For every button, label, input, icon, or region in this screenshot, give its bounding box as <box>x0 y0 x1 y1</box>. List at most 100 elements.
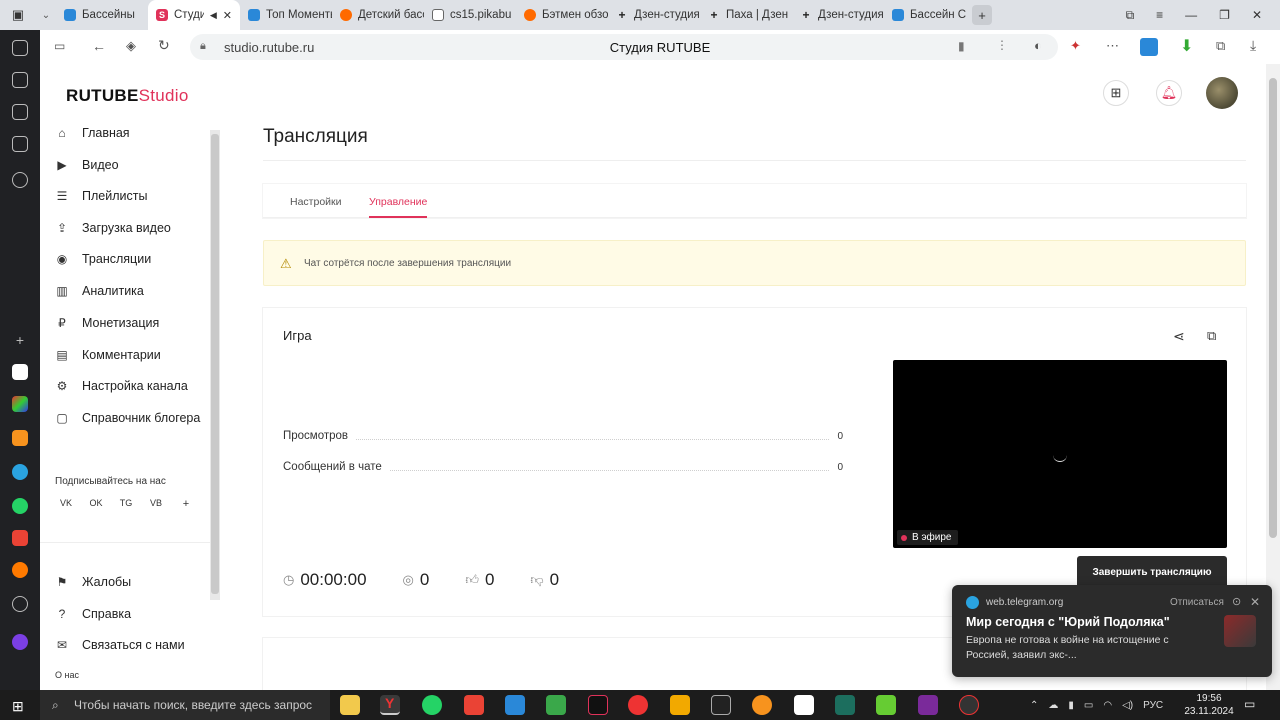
file-explorer-icon[interactable] <box>340 695 360 715</box>
windows-start-icon[interactable]: ⊞ <box>12 698 24 715</box>
side-app-icon[interactable] <box>12 364 28 380</box>
rutube-icon[interactable] <box>588 695 608 715</box>
more-icon[interactable]: ⋮ <box>996 38 1008 52</box>
taskbar-search-input[interactable]: ⌕ Чтобы начать поиск, введите здесь запр… <box>40 690 330 720</box>
side-app-icon[interactable] <box>12 396 28 412</box>
menu-icon[interactable]: ≡ <box>1156 8 1163 22</box>
sidebar-item-broadcasts[interactable]: ◉ Трансляции <box>54 251 151 267</box>
extension-icon[interactable]: ⧉ <box>1216 38 1225 54</box>
vk-icon[interactable] <box>505 695 525 715</box>
whatsapp-icon[interactable] <box>422 695 442 715</box>
tab-close-icon[interactable]: ✕ <box>223 9 232 22</box>
stream-player[interactable]: В эфире <box>893 360 1227 548</box>
new-tab-icon[interactable]: + <box>972 5 992 25</box>
app-icon[interactable] <box>876 695 896 715</box>
volume-icon[interactable]: ◁) <box>1122 700 1133 711</box>
tab-settings[interactable]: Настройки <box>290 196 342 208</box>
browser-tab[interactable]: cs15.pikabu <box>424 0 516 30</box>
rutube-studio-logo[interactable]: RUTUBEStudio <box>66 86 189 106</box>
share-icon[interactable]: ⋖ <box>1173 328 1185 345</box>
bookmark-icon[interactable]: ▮ <box>958 39 965 53</box>
browser-tab[interactable]: + Паха | Дзен <box>700 0 792 30</box>
app-icon[interactable] <box>959 695 979 715</box>
sidebar-item-complaints[interactable]: ⚑ Жалобы <box>54 574 132 590</box>
tab-management[interactable]: Управление <box>369 196 428 218</box>
download-icon[interactable]: ⬇ <box>1180 36 1193 56</box>
telegram-social-icon[interactable]: TG <box>116 498 136 508</box>
close-icon[interactable]: ✕ <box>1250 595 1260 609</box>
app-icon[interactable] <box>752 695 772 715</box>
wifi-icon[interactable]: ◠ <box>1103 700 1112 711</box>
restore-icon[interactable]: ❐ <box>1219 8 1230 22</box>
sidebar-item-comments[interactable]: ▤ Комментарии <box>54 347 160 363</box>
browser-tab[interactable]: Детский бассейн <box>332 0 424 30</box>
close-window-icon[interactable]: ✕ <box>1252 8 1262 22</box>
sidebar-scrollbar[interactable] <box>210 130 220 600</box>
vk-extension-icon[interactable] <box>1140 38 1158 56</box>
reload-icon[interactable]: ↻ <box>158 37 170 54</box>
side-app-icon[interactable] <box>12 40 28 56</box>
nox-icon[interactable] <box>918 695 938 715</box>
side-app-icon[interactable] <box>12 136 28 152</box>
cloud-icon[interactable]: ☁ <box>1048 700 1058 711</box>
telegram-notification[interactable]: web.telegram.org Отписаться ⊙ ✕ Мир сего… <box>952 585 1272 677</box>
download-manager-icon[interactable] <box>546 695 566 715</box>
app-icon[interactable] <box>670 695 690 715</box>
side-add-icon[interactable]: + <box>12 332 28 348</box>
browser-tab[interactable]: + Дзен-студия <box>608 0 700 30</box>
sidebar-item-playlists[interactable]: ☰ Плейлисты <box>54 188 148 204</box>
notifications-icon[interactable]: ▭ <box>1244 697 1255 711</box>
download-icon[interactable]: ⤓ <box>1250 37 1256 54</box>
vk-social-icon[interactable]: VK <box>56 498 76 508</box>
gmail-icon[interactable] <box>12 530 28 546</box>
history-icon[interactable] <box>12 172 28 188</box>
browser-tab[interactable]: + Дзен-студия <box>792 0 884 30</box>
url-input[interactable]: 🔒︎ studio.rutube.ru <box>190 34 1058 60</box>
sidebar-toggle-icon[interactable]: ▭ <box>54 39 65 53</box>
tab-list-chevron-icon[interactable]: ⌄ <box>36 0 56 30</box>
tab-audio-icon[interactable]: ◀ <box>210 10 217 21</box>
telegram-icon[interactable] <box>12 464 28 480</box>
whatsapp-icon[interactable] <box>12 498 28 514</box>
browser-tab[interactable]: Бэтмен обзор <box>516 0 608 30</box>
app-icon[interactable] <box>711 695 731 715</box>
side-app-icon[interactable] <box>12 634 28 650</box>
side-app-icon[interactable] <box>12 72 28 88</box>
back-icon[interactable]: ← <box>92 38 106 54</box>
settings-icon[interactable] <box>12 596 28 612</box>
language-indicator[interactable]: РУС <box>1143 700 1163 711</box>
gmail-icon[interactable] <box>464 695 484 715</box>
sidebar-item-upload[interactable]: ⇪ Загрузка видео <box>54 220 171 236</box>
browser-tab-active[interactable]: S Студия RUTUBE ◀ ✕ <box>148 0 240 30</box>
sidebar-item-contact[interactable]: ✉ Связаться с нами <box>54 637 185 653</box>
sidebar-item-monetization[interactable]: ₽ Монетизация <box>54 315 159 331</box>
browser-tab[interactable]: Бассейн С <box>884 0 968 30</box>
network-icon[interactable]: ▭ <box>1084 700 1093 711</box>
viber-social-icon[interactable]: VB <box>146 498 166 508</box>
app-icon[interactable] <box>794 695 814 715</box>
tray-chevron-icon[interactable]: ⌃ <box>1030 700 1038 711</box>
options-icon[interactable]: ⊙ <box>1232 595 1241 608</box>
clock[interactable]: 19:56 23.11.2024 <box>1182 692 1236 718</box>
bookmarks-icon[interactable]: ⧉ <box>1126 8 1135 23</box>
browser-tab[interactable]: Топ Моменты <box>240 0 332 30</box>
sidebar-item-blogger-guide[interactable]: ▢ Справочник блогера <box>54 410 200 426</box>
browser-menu-icon[interactable]: ▣ <box>0 0 36 30</box>
side-app-icon[interactable] <box>12 104 28 120</box>
usb-icon[interactable]: ▮ <box>1068 700 1074 711</box>
sidebar-item-analytics[interactable]: ▥ Аналитика <box>54 283 144 299</box>
open-external-icon[interactable]: ⧉ <box>1207 328 1216 344</box>
side-app-icon[interactable] <box>12 562 28 578</box>
nox-icon[interactable] <box>835 695 855 715</box>
more-social-icon[interactable]: + <box>176 498 196 510</box>
sidebar-item-home[interactable]: ⌂ Главная <box>54 125 129 141</box>
yandex-browser-icon[interactable]: Y <box>380 695 400 715</box>
sidebar-item-video[interactable]: ▶ Видео <box>54 157 118 173</box>
ok-social-icon[interactable]: OK <box>86 498 106 508</box>
unsubscribe-link[interactable]: Отписаться <box>1170 597 1224 608</box>
minimize-icon[interactable]: — <box>1185 8 1197 22</box>
shield-icon[interactable]: ◈ <box>126 38 136 54</box>
sidebar-item-about[interactable]: О нас <box>55 670 79 680</box>
sidebar-item-help[interactable]: ? Справка <box>54 606 131 622</box>
extension-icon[interactable]: ◐ <box>1034 38 1042 53</box>
